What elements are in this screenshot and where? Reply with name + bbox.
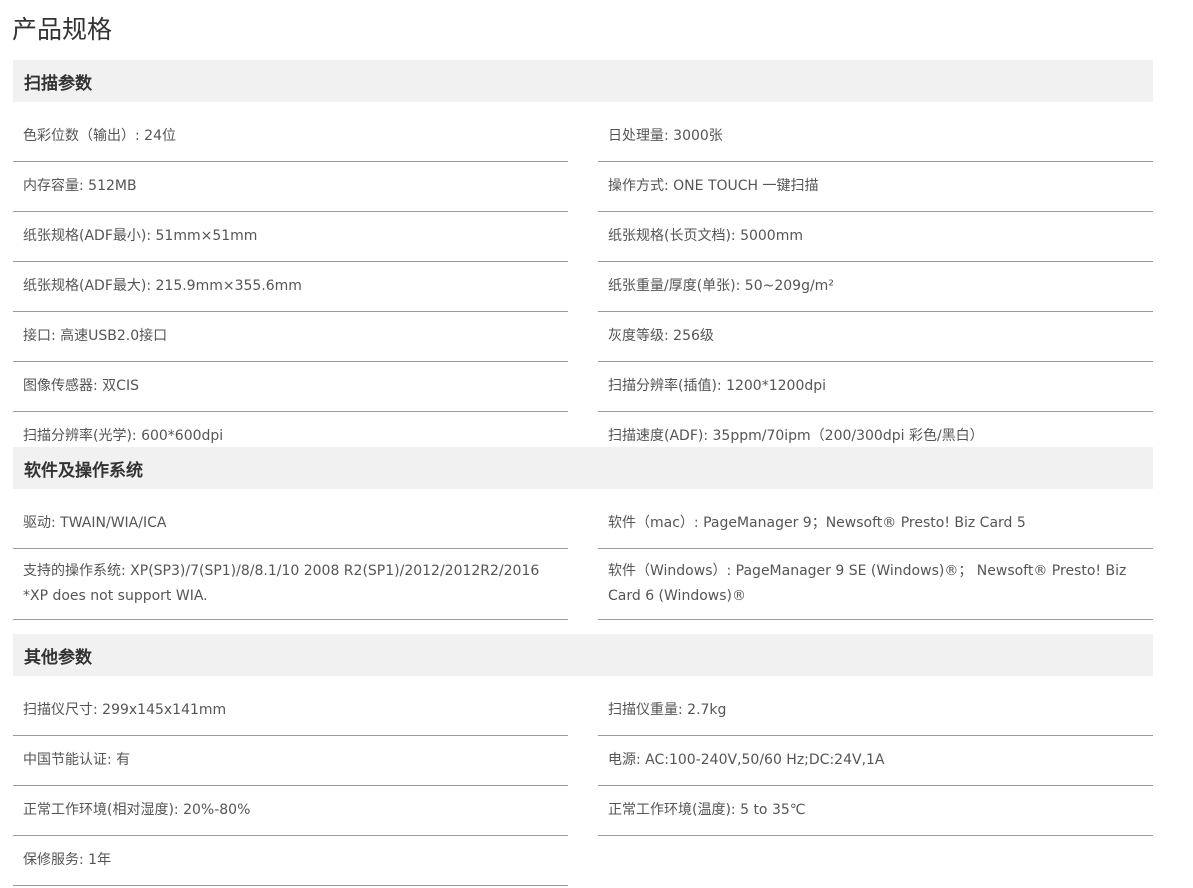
spec-item: 电源: AC:100-240V,50/60 Hz;DC:24V,1A — [598, 736, 1153, 786]
page-title: 产品规格 — [12, 15, 113, 44]
section-software-os: 软件及操作系统 驱动: TWAIN/WIA/ICA 软件（mac）: PageM… — [13, 447, 1153, 620]
spec-item: 操作方式: ONE TOUCH 一键扫描 — [598, 162, 1153, 212]
section-header: 软件及操作系统 — [13, 447, 1153, 489]
spec-item: 接口: 高速USB2.0接口 — [13, 312, 568, 362]
spec-item: 灰度等级: 256级 — [598, 312, 1153, 362]
spec-item: 驱动: TWAIN/WIA/ICA — [13, 499, 568, 549]
spec-item: 保修服务: 1年 — [13, 836, 568, 886]
spec-grid: 色彩位数（输出）: 24位 日处理量: 3000张 内存容量: 512MB 操作… — [13, 112, 1153, 462]
spec-item: 日处理量: 3000张 — [598, 112, 1153, 162]
spec-item: 正常工作环境(相对湿度): 20%-80% — [13, 786, 568, 836]
spec-item: 内存容量: 512MB — [13, 162, 568, 212]
spec-item: 纸张规格(ADF最小): 51mm×51mm — [13, 212, 568, 262]
spec-item: 纸张重量/厚度(单张): 50~209g/m² — [598, 262, 1153, 312]
spec-page: 产品规格 扫描参数 色彩位数（输出）: 24位 日处理量: 3000张 内存容量… — [0, 0, 1193, 888]
spec-item: 扫描分辨率(插值): 1200*1200dpi — [598, 362, 1153, 412]
spec-item: 中国节能认证: 有 — [13, 736, 568, 786]
spec-item: 图像传感器: 双CIS — [13, 362, 568, 412]
section-header: 扫描参数 — [13, 60, 1153, 102]
section-scan-params: 扫描参数 色彩位数（输出）: 24位 日处理量: 3000张 内存容量: 512… — [13, 60, 1153, 462]
spec-item: 支持的操作系统: XP(SP3)/7(SP1)/8/8.1/10 2008 R2… — [13, 549, 568, 620]
section-other-params: 其他参数 扫描仪尺寸: 299x145x141mm 扫描仪重量: 2.7kg 中… — [13, 634, 1153, 886]
spec-item: 软件（mac）: PageManager 9；Newsoft® Presto! … — [598, 499, 1153, 549]
spec-item: 软件（Windows）: PageManager 9 SE (Windows)®… — [598, 549, 1153, 620]
spec-grid: 扫描仪尺寸: 299x145x141mm 扫描仪重量: 2.7kg 中国节能认证… — [13, 686, 1153, 886]
spec-item: 扫描仪重量: 2.7kg — [598, 686, 1153, 736]
spec-item: 扫描仪尺寸: 299x145x141mm — [13, 686, 568, 736]
spec-grid: 驱动: TWAIN/WIA/ICA 软件（mac）: PageManager 9… — [13, 499, 1153, 620]
spec-item: 色彩位数（输出）: 24位 — [13, 112, 568, 162]
spec-item: 正常工作环境(温度): 5 to 35℃ — [598, 786, 1153, 836]
spec-item: 纸张规格(长页文档): 5000mm — [598, 212, 1153, 262]
spec-item: 纸张规格(ADF最大): 215.9mm×355.6mm — [13, 262, 568, 312]
section-header: 其他参数 — [13, 634, 1153, 676]
